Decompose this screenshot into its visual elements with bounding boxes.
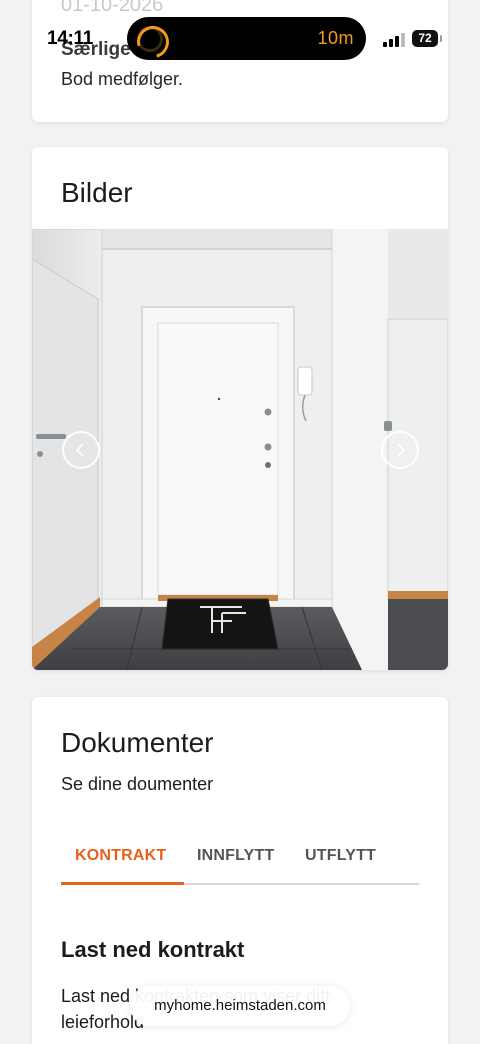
cellular-signal-icon [383, 33, 405, 47]
carousel-next-button[interactable] [381, 431, 419, 469]
carousel-prev-button[interactable] [62, 431, 100, 469]
image-carousel[interactable] [32, 229, 448, 670]
timer-icon [137, 26, 163, 52]
chevron-left-icon [75, 443, 84, 457]
active-tab-indicator [61, 882, 184, 885]
tab-utflytt[interactable]: UTFLYTT [305, 847, 376, 865]
status-time: 14:11 [47, 28, 94, 49]
document-tabs: KONTRAKT INNFLYTT UTFLYTT [61, 837, 419, 885]
special-conditions-text: Bod medfølger. [61, 69, 184, 89]
documents-subtitle: Se dine doumenter [61, 774, 214, 794]
download-contract-heading: Last ned kontrakt [61, 937, 245, 962]
documents-title: Dokumenter [61, 727, 214, 758]
page: 14:11 10m 72 01-10-2026 Særlige Bod medf… [0, 0, 480, 1044]
images-title: Bilder [61, 177, 133, 208]
tab-kontrakt[interactable]: KONTRAKT [75, 847, 166, 865]
status-bar: 14:11 10m 72 [0, 0, 480, 70]
chevron-right-icon [397, 443, 406, 457]
browser-url-bar[interactable]: myhome.heimstaden.com [130, 986, 350, 1026]
dynamic-island[interactable]: 10m [127, 17, 366, 60]
tab-innflytt[interactable]: INNFLYTT [197, 847, 274, 865]
images-card: Bilder [32, 147, 448, 670]
battery-icon: 72 [412, 30, 442, 47]
timer-text: 10m [317, 28, 354, 48]
